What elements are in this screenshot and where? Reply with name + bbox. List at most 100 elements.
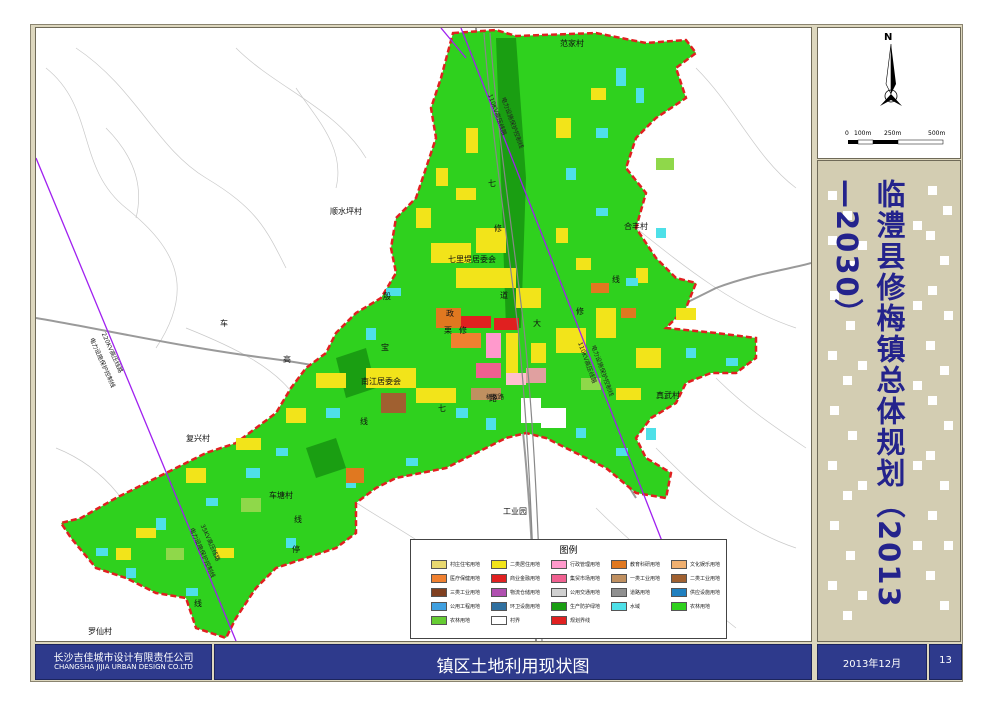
legend-item: 规划界线 (551, 616, 590, 626)
decor-square (944, 421, 953, 430)
title-panel: 临澧县修梅镇总体规划（2013—2030） (817, 160, 961, 642)
legend-label: 供应设施用地 (690, 590, 721, 596)
label-qilidi: 七里堤居委会 (448, 255, 496, 264)
scale-label: 0 (845, 130, 849, 137)
decor-square (830, 521, 839, 530)
road-char: 大 (533, 319, 541, 328)
legend-item: 村界 (491, 616, 520, 626)
decor-square (846, 551, 855, 560)
map-title: 镇区土地利用现状图 (436, 657, 590, 677)
legend-title: 图例 (559, 546, 578, 556)
legend-swatch (611, 602, 627, 611)
road-char: 线 (294, 515, 302, 524)
legend-item: 水域 (611, 602, 640, 612)
decor-square (928, 186, 937, 195)
legend-swatch (671, 560, 687, 569)
legend-item: 环卫设施用地 (491, 602, 540, 612)
decor-square (843, 376, 852, 385)
legend-label: 村界 (510, 618, 521, 624)
legend-item: 公用交通用地 (551, 588, 600, 598)
plan-title: 临澧县修梅镇总体规划（2013—2030） (830, 179, 906, 609)
legend-swatch (431, 560, 447, 569)
north-arrow-icon (880, 44, 902, 106)
legend-swatch (491, 602, 507, 611)
decor-square (940, 256, 949, 265)
decor-square (828, 461, 837, 470)
road-char: 线 (360, 417, 368, 426)
label-hefeng: 合丰村 (624, 222, 648, 231)
road-char: 殷 (383, 292, 391, 301)
decor-square (928, 511, 937, 520)
legend-label: 道路用地 (630, 590, 651, 596)
decor-square (848, 431, 857, 440)
decor-square (926, 341, 935, 350)
decor-square (828, 351, 837, 360)
date-block: 2013年12月 (817, 644, 927, 680)
legend-item: 一类工业用地 (611, 574, 660, 584)
decor-square (913, 381, 922, 390)
legend-swatch (551, 602, 567, 611)
legend-swatch (671, 574, 687, 583)
decor-square (943, 206, 952, 215)
legend-item: 物流仓储用地 (491, 588, 540, 598)
decor-square (858, 481, 867, 490)
decor-square (913, 221, 922, 230)
decor-square (913, 461, 922, 470)
decor-square (940, 366, 949, 375)
legend-swatch (611, 588, 627, 597)
company-block: 长沙吉佳城市设计有限责任公司 CHANGSHA JIJIA URBAN DESI… (35, 644, 212, 680)
decor-square (843, 611, 852, 620)
decor-square (913, 541, 922, 550)
legend-item: 集贸市场用地 (551, 574, 600, 584)
label-zhenwu: 真武村 (656, 391, 680, 400)
legend-swatch (611, 574, 627, 583)
legend-label: 文化娱乐用地 (690, 562, 721, 568)
legend-item: 农林用地 (671, 602, 710, 612)
map-title-block: 镇区土地利用现状图 (214, 644, 812, 680)
legend-item: 教育科研用地 (611, 560, 660, 570)
scale-bar (848, 139, 944, 145)
decor-square (926, 451, 935, 460)
page-number-block: 13 (929, 644, 962, 680)
legend-label: 医疗保健用地 (450, 576, 481, 582)
legend-swatch (491, 560, 507, 569)
page-number: 13 (939, 655, 952, 666)
legend-item: 道路用地 (611, 588, 650, 598)
road-char: 路 (489, 394, 497, 403)
date-text: 2013年12月 (842, 659, 902, 670)
legend-label: 教育科研用地 (630, 562, 661, 568)
legend-label: 环卫设施用地 (510, 604, 541, 610)
legend-item: 村庄住宅用地 (431, 560, 480, 570)
road-char: 七 (488, 179, 496, 188)
road-char: 停 (292, 545, 300, 554)
road-char: 政 (446, 309, 454, 318)
decor-square (928, 396, 937, 405)
legend-label: 二类工业用地 (690, 576, 721, 582)
legend-label: 公用交通用地 (570, 590, 601, 596)
label-shunshuiping: 顺水坪村 (330, 207, 362, 216)
legend-swatch (431, 574, 447, 583)
decor-square (858, 591, 867, 600)
road-char: 修 (576, 307, 584, 316)
legend-swatch (431, 616, 447, 625)
legend-swatch (611, 560, 627, 569)
legend-item: 三类工业用地 (431, 588, 480, 598)
legend-swatch (551, 616, 567, 625)
decor-square (926, 231, 935, 240)
decor-square (913, 301, 922, 310)
compass-panel: N 0 100m 250m 500m (817, 27, 961, 159)
road-char: 修 (459, 326, 467, 335)
road-char: 修 (494, 224, 502, 233)
scale-label: 250m (884, 130, 902, 137)
legend-item: 二类居住用地 (491, 560, 540, 570)
legend-label: 公用工程用地 (450, 604, 481, 610)
label-gongyeyuan: 工业园 (503, 507, 527, 516)
legend-label: 水域 (630, 604, 641, 610)
map-legend: 图例 村庄住宅用地 二类居住用地 行政管理用地 教育科研用地 文化娱乐用地 医疗保健用地 商… (410, 539, 727, 639)
legend-label: 村庄住宅用地 (450, 562, 481, 568)
legend-swatch (671, 602, 687, 611)
legend-label: 规划界线 (570, 618, 591, 624)
legend-item: 供应设施用地 (671, 588, 720, 598)
legend-item: 二类工业用地 (671, 574, 720, 584)
decor-square (926, 571, 935, 580)
